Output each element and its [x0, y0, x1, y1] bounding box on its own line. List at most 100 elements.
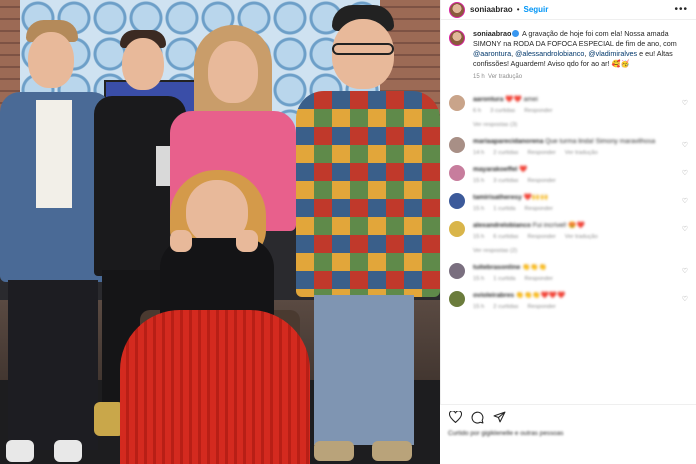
- commenter-avatar[interactable]: [449, 165, 465, 181]
- caption-meta: 15 h Ver tradução: [473, 72, 688, 82]
- comment-text-line: tamirisatheresy ❤️🙌🙌: [473, 193, 688, 202]
- comment-text: Fui incrível! 😍❤️: [532, 222, 585, 229]
- comment-text: Que turma linda! Simony maravilhosa: [545, 138, 656, 145]
- comment-like-heart-icon[interactable]: ♡: [682, 225, 688, 233]
- comment-meta: 15 h 2 curtidas Responder: [473, 304, 688, 310]
- commenter-username[interactable]: tamirisatheresy: [473, 194, 522, 201]
- comment-body: tuitebrasonline 👏👏👏 15 h 1 curtida Responde…: [473, 263, 688, 282]
- comment-likes[interactable]: 6 curtidas: [493, 234, 518, 240]
- commenter-avatar[interactable]: [449, 95, 465, 111]
- comment-item: mariaaparecidanorena Que turma linda! Si…: [449, 137, 688, 156]
- share-icon[interactable]: [492, 410, 506, 424]
- likes-summary[interactable]: Curtido por gigiklenelle e outras pessoa…: [448, 430, 688, 437]
- comment-body: tamirisatheresy ❤️🙌🙌 15 h 1 curtida Respond…: [473, 193, 688, 212]
- commenter-username[interactable]: ovioleirabres: [473, 292, 514, 299]
- comment-like-heart-icon[interactable]: ♡: [682, 295, 688, 303]
- follow-button[interactable]: Seguir: [524, 5, 549, 14]
- comment-body: alexandrelobianco Fui incrível! 😍❤️ 15 h 6…: [473, 221, 688, 240]
- reply-button[interactable]: Responder: [525, 206, 553, 212]
- comment-meta: 15 h 1 curtida Responder: [473, 206, 688, 212]
- comment-text-line: mayarakoeffel ❤️: [473, 165, 688, 174]
- comment-body: aarontura ❤️❤️ amei 6 h 3 curtidas Responde…: [473, 95, 688, 114]
- comment-time: 15 h: [473, 206, 485, 212]
- person-patchwork-sweater: [292, 5, 440, 464]
- comment-text-line: tuitebrasonline 👏👏👏: [473, 263, 688, 272]
- author-username[interactable]: soniaabrao: [470, 5, 513, 14]
- reply-button[interactable]: Responder: [527, 150, 555, 156]
- comment-likes[interactable]: 3 curtidas: [490, 108, 515, 114]
- caption-part-roda: RODA DA FOFOCA ESPECIAL: [513, 39, 614, 48]
- post-header: soniaabrao • Seguir •••: [441, 0, 696, 20]
- post-caption: soniaabrao A gravação de hoje foi com el…: [441, 20, 696, 86]
- commenter-username[interactable]: tuitebrasonline: [473, 264, 520, 271]
- comment-like-heart-icon[interactable]: ♡: [682, 267, 688, 275]
- comment-text: ❤️🙌🙌: [523, 194, 549, 201]
- comment-likes[interactable]: 1 curtida: [493, 206, 515, 212]
- comment-body: ovioleirabres 👏👏👏❤️❤️❤️ 15 h 2 curtidas Res…: [473, 291, 688, 310]
- comment-text: ❤️: [519, 166, 528, 173]
- reply-button[interactable]: Responder: [527, 304, 555, 310]
- commenter-username[interactable]: mayarakoeffel: [473, 166, 517, 173]
- comment-likes[interactable]: 3 curtidas: [493, 178, 518, 184]
- commenter-avatar[interactable]: [449, 193, 465, 209]
- comment-body: mayarakoeffel ❤️ 15 h 3 curtidas Responder: [473, 165, 688, 184]
- comment-time: 14 h: [473, 150, 485, 156]
- caption-avatar[interactable]: [449, 30, 465, 46]
- translate-link[interactable]: Ver tradução: [565, 234, 598, 240]
- comment-meta: 15 h 1 curtida Responder: [473, 276, 688, 282]
- comments-list: aarontura ❤️❤️ amei 6 h 3 curtidas Responde…: [441, 95, 696, 310]
- reply-button[interactable]: Responder: [524, 108, 552, 114]
- comment-time: 15 h: [473, 304, 485, 310]
- comment-item: tamirisatheresy ❤️🙌🙌 15 h 1 curtida Respond…: [449, 193, 688, 212]
- translate-link[interactable]: Ver tradução: [565, 150, 598, 156]
- verified-badge-icon: [512, 30, 520, 37]
- commenter-avatar[interactable]: [449, 263, 465, 279]
- translate-link[interactable]: Ver tradução: [488, 74, 522, 80]
- more-options-icon[interactable]: •••: [674, 4, 688, 15]
- comment-item: tuitebrasonline 👏👏👏 15 h 1 curtida Responde…: [449, 263, 688, 282]
- heart-icon[interactable]: [448, 410, 462, 424]
- comment-item: alexandrelobianco Fui incrível! 😍❤️ 15 h 6…: [449, 221, 688, 240]
- view-replies-button[interactable]: Ver respostas (3): [473, 122, 688, 128]
- caption-part-simony: SIMONY: [473, 39, 502, 48]
- comment-item: aarontura ❤️❤️ amei 6 h 3 curtidas Responde…: [449, 95, 688, 114]
- comment-likes[interactable]: 2 curtidas: [493, 150, 518, 156]
- reply-button[interactable]: Responder: [525, 276, 553, 282]
- mention-link[interactable]: @vladimiralves: [588, 49, 637, 58]
- separator-dot: •: [516, 5, 520, 14]
- commenter-username[interactable]: aarontura: [473, 96, 503, 103]
- caption-time: 15 h: [473, 74, 485, 80]
- reply-button[interactable]: Responder: [527, 178, 555, 184]
- commenter-avatar[interactable]: [449, 137, 465, 153]
- reply-button[interactable]: Responder: [527, 234, 555, 240]
- comment-meta: 6 h 3 curtidas Responder: [473, 108, 688, 114]
- comment-like-heart-icon[interactable]: ♡: [682, 197, 688, 205]
- post-photo[interactable]: [0, 0, 440, 464]
- comment-like-heart-icon[interactable]: ♡: [682, 99, 688, 107]
- commenter-username[interactable]: alexandrelobianco: [473, 222, 531, 229]
- comment-likes[interactable]: 1 curtida: [493, 276, 515, 282]
- comment-like-heart-icon[interactable]: ♡: [682, 141, 688, 149]
- commenter-avatar[interactable]: [449, 291, 465, 307]
- comment-item: ovioleirabres 👏👏👏❤️❤️❤️ 15 h 2 curtidas Res…: [449, 291, 688, 310]
- comment-text-line: aarontura ❤️❤️ amei: [473, 95, 688, 104]
- comment-likes[interactable]: 2 curtidas: [493, 304, 518, 310]
- commenter-username[interactable]: mariaaparecidanorena: [473, 138, 543, 145]
- comment-time: 15 h: [473, 234, 485, 240]
- mention-link[interactable]: @alessandrolobianco: [515, 49, 584, 58]
- comment-time: 15 h: [473, 276, 485, 282]
- comment-body: mariaaparecidanorena Que turma linda! Si…: [473, 137, 688, 156]
- caption-part-2: na: [501, 39, 514, 48]
- commenter-avatar[interactable]: [449, 221, 465, 237]
- author-avatar[interactable]: [449, 1, 465, 18]
- comment-meta: 15 h 3 curtidas Responder: [473, 178, 688, 184]
- comment-time: 6 h: [473, 108, 482, 114]
- post-side-panel: soniaabrao • Seguir ••• soniaabrao A gra…: [440, 0, 696, 464]
- comment-icon[interactable]: [470, 410, 484, 424]
- comment-text: 👏👏👏: [522, 264, 547, 271]
- comment-like-heart-icon[interactable]: ♡: [682, 169, 688, 177]
- view-replies-button[interactable]: Ver respostas (2): [473, 248, 688, 254]
- comment-text: ❤️❤️ amei: [505, 96, 538, 103]
- mention-link[interactable]: @aarontura: [473, 49, 511, 58]
- caption-username[interactable]: soniaabrao: [473, 29, 511, 38]
